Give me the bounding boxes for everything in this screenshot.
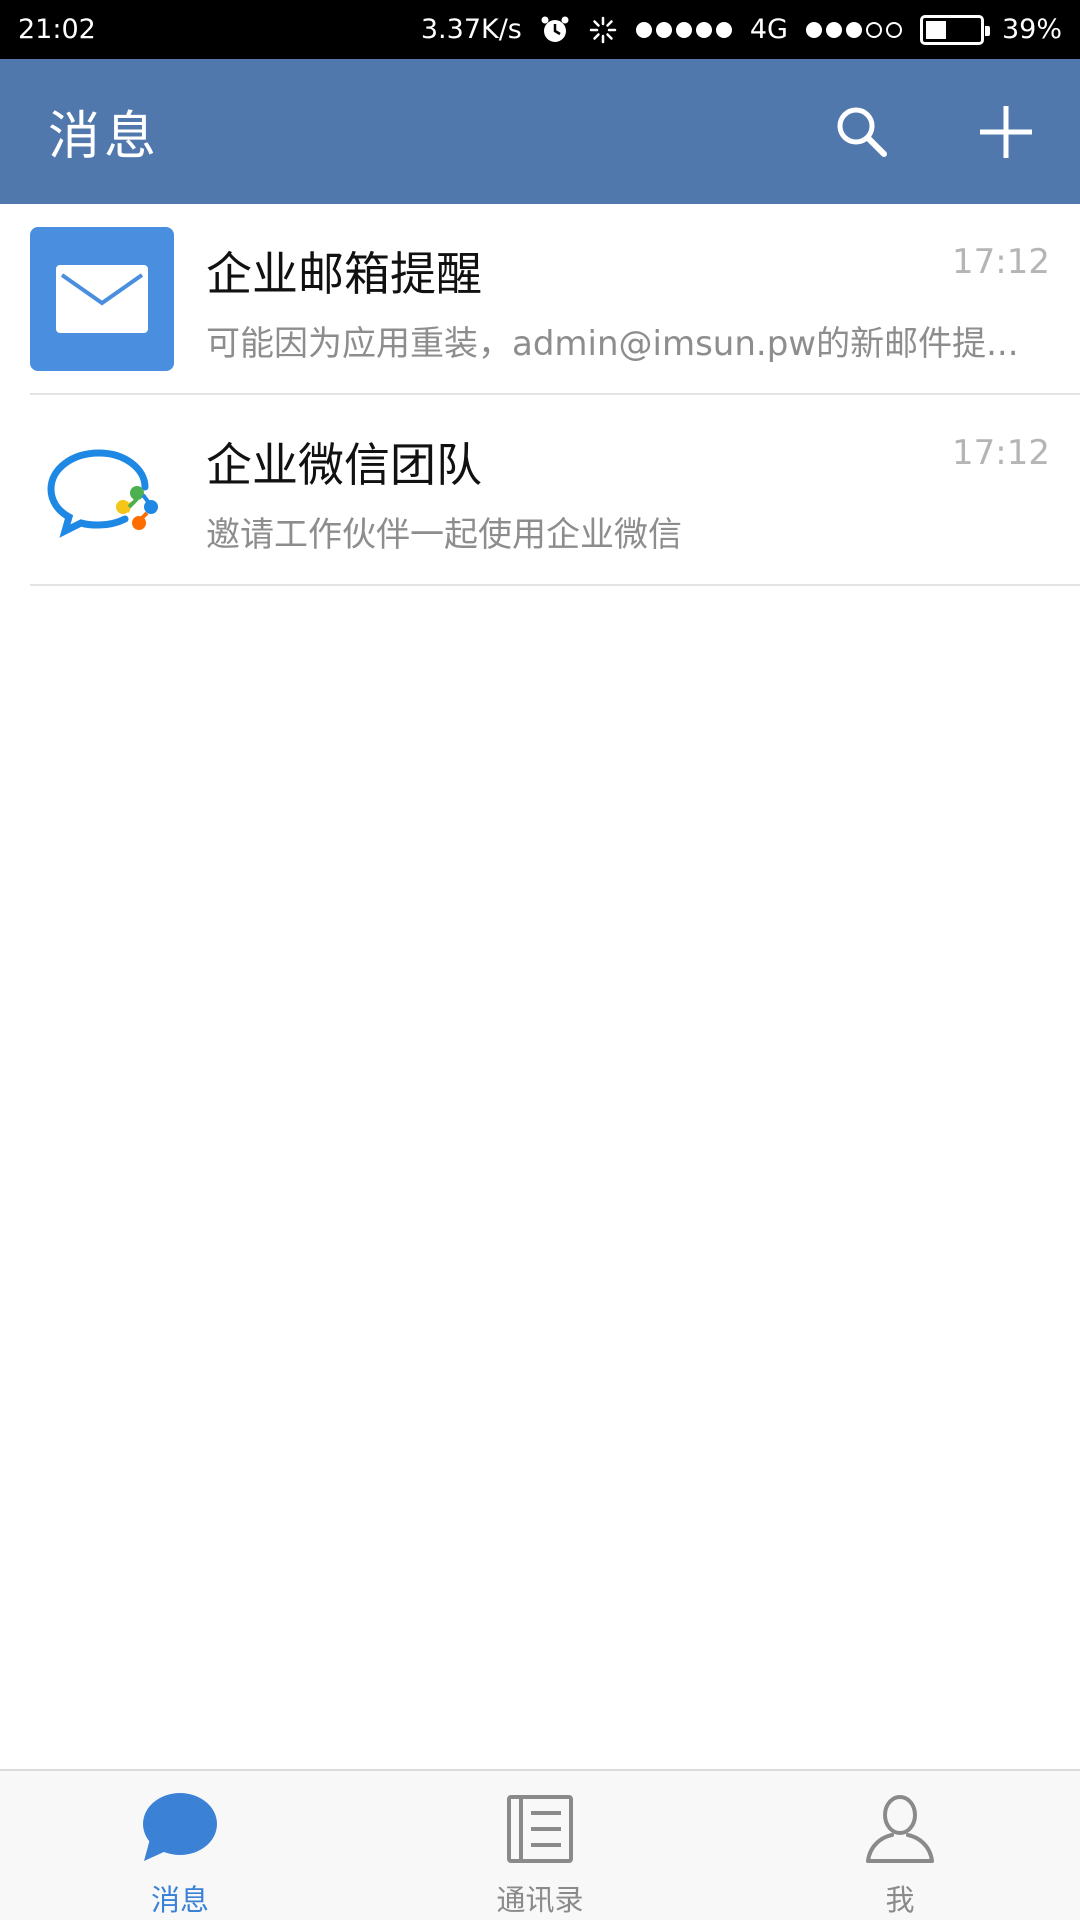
battery-percent: 39%	[1001, 14, 1062, 45]
message-preview: 邀请工作伙伴一起使用企业微信	[206, 515, 682, 555]
message-time: 17:12	[952, 242, 1050, 282]
avatar	[30, 418, 174, 562]
tab-me[interactable]: 我	[720, 1771, 1080, 1920]
status-time: 21:02	[18, 14, 96, 45]
wecom-logo-icon	[47, 449, 158, 538]
network-type: 4G	[749, 14, 788, 45]
battery-fill	[925, 20, 947, 39]
search-button[interactable]	[832, 102, 892, 162]
tab-contacts[interactable]: 通讯录	[360, 1771, 720, 1920]
message-time: 17:12	[952, 433, 1050, 473]
status-bar: 21:02 3.37K/s 4G 39%	[0, 0, 1080, 59]
search-icon	[837, 107, 887, 157]
list-item[interactable]: 企业微信团队 邀请工作伙伴一起使用企业微信 17:12	[0, 395, 1080, 586]
tab-messages[interactable]: 消息	[0, 1771, 360, 1920]
tab-label: 通讯录	[496, 1883, 584, 1917]
message-title: 企业邮箱提醒	[206, 247, 482, 301]
status-indicators: 3.37K/s 4G 39%	[421, 14, 1062, 45]
page-title: 消息	[48, 107, 161, 167]
message-title: 企业微信团队	[206, 438, 482, 492]
signal-icon	[635, 21, 732, 38]
alarm-icon	[540, 15, 570, 45]
divider	[30, 584, 1080, 586]
network-speed: 3.37K/s	[420, 14, 522, 45]
tab-label: 消息	[150, 1883, 209, 1917]
contacts-book-icon	[500, 1789, 580, 1869]
signal-icon-secondary	[805, 21, 902, 38]
add-button[interactable]	[976, 102, 1036, 162]
header-actions	[832, 102, 1036, 162]
mail-icon	[56, 265, 148, 333]
bottom-tab-bar: 消息 通讯录 我	[0, 1769, 1080, 1920]
app-header: 消息	[0, 59, 1080, 204]
avatar	[30, 227, 174, 371]
message-list: 企业邮箱提醒 可能因为应用重装，admin@imsun.pw的新邮件提... 1…	[0, 204, 1080, 586]
loading-icon	[588, 15, 618, 45]
plus-icon	[980, 105, 1032, 158]
battery-icon	[919, 14, 990, 45]
chat-bubble-icon	[140, 1789, 220, 1869]
message-preview: 可能因为应用重装，admin@imsun.pw的新邮件提...	[206, 324, 1019, 364]
tab-label: 我	[885, 1883, 915, 1917]
list-item[interactable]: 企业邮箱提醒 可能因为应用重装，admin@imsun.pw的新邮件提... 1…	[0, 204, 1080, 395]
person-icon	[860, 1789, 940, 1869]
